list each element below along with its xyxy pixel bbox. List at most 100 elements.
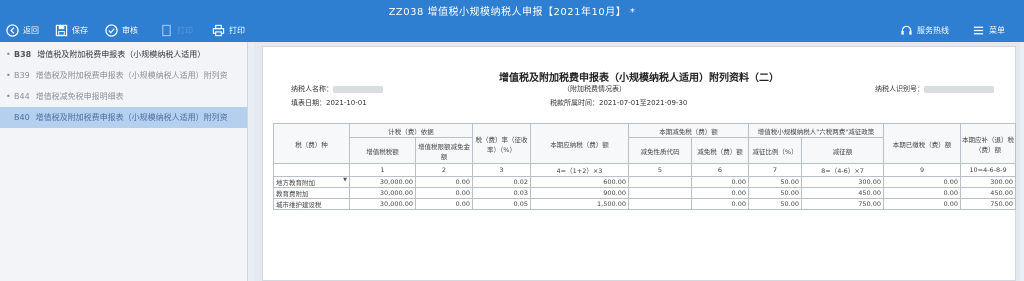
- review-button[interactable]: 审核: [105, 22, 138, 38]
- paid-cell[interactable]: 0.00: [883, 198, 962, 210]
- index-cell: 8=（4-6）×7: [800, 163, 885, 177]
- sidebar-item-b40[interactable]: B40 增值税及附加税费申报表（小规模纳税人适用）附列资: [0, 107, 247, 128]
- disabled-label: 打印: [177, 25, 193, 35]
- save-button[interactable]: 保存: [55, 22, 88, 38]
- hotline-label: 服务热线: [917, 25, 949, 35]
- payable-cell: 600.00: [530, 176, 629, 188]
- window-title: ZZ038 增值税小规模纳税人申报【2021年10月】 *: [388, 7, 636, 18]
- paid-cell[interactable]: 0.00: [883, 176, 962, 188]
- main-panel: 增值税及附加税费申报表（小规模纳税人适用）附列资料（二） 纳税人名称： （附加税…: [254, 42, 1020, 281]
- paid-cell[interactable]: 0.00: [883, 187, 962, 199]
- relief-code-cell[interactable]: [628, 198, 692, 210]
- cut-amount-cell: 300.00: [800, 176, 885, 188]
- header-exempt: 增值税限额减免金额: [415, 137, 473, 164]
- sidebar-item-code: B39: [14, 71, 30, 80]
- table-index-row: 1 2 3 4=（1+2）×3 5 6 7 8=（4-6）×7 9 10=4-6…: [273, 163, 1017, 177]
- header-relief-code: 减免性质代码: [628, 137, 692, 164]
- sidebar-item-label: 增值税及附加税费申报表（小规模纳税人适用）附列资: [35, 113, 228, 122]
- table-row: 城市维护建设税 30,000.00 0.00 0.05 1,500.00 0.0…: [273, 198, 1017, 210]
- header-vat: 增值税税额: [349, 137, 416, 164]
- tax-type-value: 城市维护建设税: [273, 198, 350, 210]
- sidebar-item-b38[interactable]: • B38 增值税及附加税费申报表（小规模纳税人适用）: [0, 44, 247, 65]
- index-cell: 3: [472, 163, 531, 177]
- printer-icon: [212, 24, 225, 36]
- refund-cell: 300.00: [960, 176, 1017, 188]
- relief-amount-cell[interactable]: 0.00: [691, 198, 749, 210]
- hotline-button[interactable]: 服务热线: [900, 22, 949, 38]
- header-basis: 计税（费）依据: [349, 123, 473, 138]
- cut-amount-cell: 450.00: [800, 187, 885, 199]
- header-paid: 本期已缴税（费）额: [883, 123, 962, 164]
- sidebar-item-label: 增值税及附加税费申报表（小规模纳税人适用）附列资: [35, 71, 228, 80]
- taxpayer-id: 纳税人识别号：: [875, 84, 994, 94]
- print-button[interactable]: 打印: [212, 22, 245, 38]
- sidebar-item-code: B40: [14, 113, 30, 122]
- tax-type-value: 地方教育附加: [276, 179, 315, 187]
- report-subtitle: （附加税费情况表）: [563, 85, 626, 93]
- save-label: 保存: [72, 25, 88, 35]
- report-title: 增值税及附加税费申报表（小规模纳税人适用）附列资料（二）: [499, 73, 779, 84]
- sidebar-item-code: B44: [14, 92, 30, 101]
- ratio-cell: 50.00: [748, 187, 802, 199]
- payable-cell: 900.00: [530, 187, 629, 199]
- exempt-cell[interactable]: 0.00: [415, 176, 473, 188]
- relief-amount-cell[interactable]: 0.00: [691, 187, 749, 199]
- ratio-cell: 50.00: [748, 198, 802, 210]
- tax-period: 税款所属时间：2021-07-01至2021-09-30: [550, 99, 688, 107]
- index-cell: 5: [628, 163, 692, 177]
- relief-code-cell[interactable]: [628, 176, 692, 188]
- header-small-policy: 增值税小规模纳税人"六税两费"减征政策: [747, 123, 885, 138]
- back-button[interactable]: 返回: [6, 22, 39, 38]
- vat-cell[interactable]: 30,000.00: [349, 176, 416, 188]
- print-label: 打印: [229, 25, 245, 35]
- index-cell: 2: [415, 163, 473, 177]
- taxpayer-id-label: 纳税人识别号：: [875, 85, 924, 93]
- sidebar-item-b39[interactable]: • B39 增值税及附加税费申报表（小规模纳税人适用）附列资: [0, 65, 247, 86]
- hamburger-icon: [973, 26, 984, 34]
- rate-cell: 0.02: [472, 176, 531, 188]
- form-list-sidebar: • B38 增值税及附加税费申报表（小规模纳税人适用） • B39 增值税及附加…: [0, 42, 248, 281]
- sidebar-item-b44[interactable]: • B44 增值税减免税申报明细表: [0, 86, 247, 107]
- sidebar-item-label: 增值税减免税申报明细表: [35, 92, 124, 101]
- bullet-icon: •: [6, 71, 11, 80]
- sidebar-item-label: 增值税及附加税费申报表（小规模纳税人适用）: [37, 50, 206, 59]
- header-ratio: 减征比例（%）: [748, 137, 802, 164]
- index-cell: 4=（1+2）×3: [530, 163, 629, 177]
- table-row: 地方教育附加 ▼ 30,000.00 0.00 0.02 600.00 0.00 …: [273, 176, 1017, 188]
- index-cell: 9: [883, 163, 962, 177]
- vat-cell[interactable]: 30,000.00: [349, 187, 416, 199]
- refund-cell: 450.00: [960, 187, 1017, 199]
- rate-cell: 0.05: [472, 198, 531, 210]
- back-arrow-icon: [6, 23, 19, 37]
- fill-date: 填表日期：2021-10-01: [291, 99, 367, 107]
- check-circle-icon: [105, 23, 118, 37]
- relief-code-cell[interactable]: [628, 187, 692, 199]
- relief-amount-cell[interactable]: 0.00: [691, 176, 749, 188]
- payable-cell: 1,500.00: [530, 198, 629, 210]
- taxpayer-name: 纳税人名称：: [291, 84, 383, 94]
- header-cut-amount: 减征额: [800, 137, 885, 164]
- back-label: 返回: [23, 25, 39, 35]
- review-label: 审核: [122, 25, 138, 35]
- index-cell: 1: [349, 163, 416, 177]
- vat-cell[interactable]: 30,000.00: [349, 198, 416, 210]
- tax-type-select[interactable]: 地方教育附加 ▼: [273, 176, 350, 188]
- menu-button[interactable]: 菜单: [972, 22, 1005, 38]
- rate-cell: 0.03: [472, 187, 531, 199]
- save-icon: [55, 24, 68, 36]
- surcharge-table: 税（费）种 计税（费）依据 税（费）率（征收率）（%） 本期应纳税（费）额 本期…: [273, 123, 1017, 210]
- header-rate: 税（费）率（征收率）（%）: [472, 123, 531, 164]
- menu-label: 菜单: [989, 25, 1005, 35]
- table-row: 教育费附加 30,000.00 0.00 0.03 900.00 0.00 50…: [273, 187, 1017, 199]
- index-cell: 7: [748, 163, 802, 177]
- redacted-value: [924, 85, 994, 93]
- cut-amount-cell: 750.00: [800, 198, 885, 210]
- disabled-button[interactable]: 打印: [160, 22, 193, 38]
- title-bar: ZZ038 增值税小规模纳税人申报【2021年10月】 * 返回 保存 审核 打…: [0, 0, 1024, 42]
- exempt-cell[interactable]: 0.00: [415, 198, 473, 210]
- header-relief: 本期减免税（费）额: [628, 123, 749, 138]
- exempt-cell[interactable]: 0.00: [415, 187, 473, 199]
- index-cell: 6: [691, 163, 749, 177]
- table-header-row: 税（费）种 计税（费）依据 税（费）率（征收率）（%） 本期应纳税（费）额 本期…: [273, 123, 1017, 164]
- tax-type-value: 教育费附加: [273, 187, 350, 199]
